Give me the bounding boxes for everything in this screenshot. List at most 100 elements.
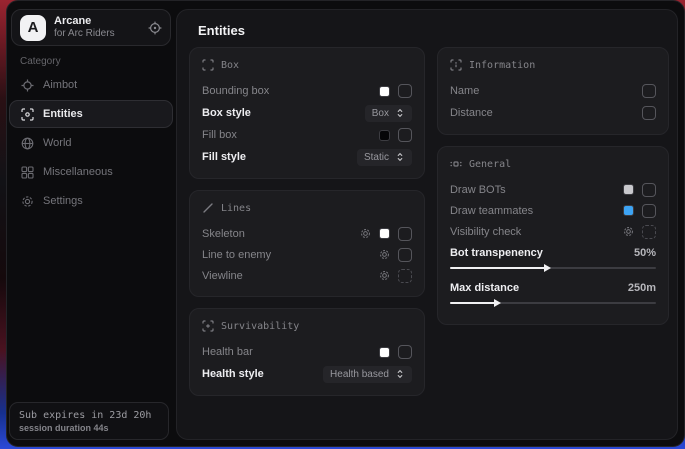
subscription-card: Sub expires in 23d 20h session duration …	[9, 402, 169, 440]
fill-box-row: Fill box	[202, 124, 412, 146]
fill-box-label: Fill box	[202, 129, 379, 141]
max-distance-slider[interactable]	[450, 299, 656, 307]
brand-logo: A	[20, 15, 46, 41]
viewline-checkbox[interactable]	[398, 269, 412, 283]
max-distance-row: Max distance 250m	[450, 279, 656, 297]
distance-label: Distance	[450, 107, 642, 119]
lines-panel-title: Lines	[221, 203, 251, 214]
box-corners-icon	[202, 59, 214, 71]
brand-title: Arcane	[54, 15, 140, 28]
fill-style-label: Fill style	[202, 151, 357, 163]
globe-icon	[21, 137, 34, 150]
health-bar-label: Health bar	[202, 346, 379, 358]
scan-icon	[21, 108, 34, 121]
fill-box-checkbox[interactable]	[398, 128, 412, 142]
health-style-row: Health style Health based	[202, 363, 412, 385]
sidebar-item-label: Miscellaneous	[43, 166, 113, 178]
chevron-up-down-icon	[395, 108, 405, 118]
viewline-label: Viewline	[202, 270, 379, 282]
information-panel-header: Information	[450, 57, 656, 73]
right-column: Information Name Distance	[437, 47, 669, 336]
gear-icon	[21, 195, 34, 208]
skeleton-checkbox[interactable]	[398, 227, 412, 241]
skeleton-color-swatch[interactable]	[379, 228, 390, 239]
box-style-select[interactable]: Box	[365, 105, 412, 122]
name-label: Name	[450, 85, 642, 97]
survivability-panel-title: Survivability	[221, 321, 299, 332]
sidebar-item-aimbot[interactable]: Aimbot	[9, 71, 173, 99]
survivability-panel-header: Survivability	[202, 318, 412, 334]
max-distance-group: Max distance 250m	[450, 279, 656, 307]
visibility-check-label: Visibility check	[450, 226, 623, 238]
health-bar-row: Health bar	[202, 341, 412, 363]
health-corners-icon	[202, 320, 214, 332]
category-label: Category	[20, 56, 61, 67]
fill-box-color-swatch[interactable]	[379, 130, 390, 141]
app-window: A Arcane for Arc Riders Category Aimbot	[6, 0, 685, 447]
health-style-label: Health style	[202, 368, 323, 380]
sidebar-item-world[interactable]: World	[9, 129, 173, 157]
page-title: Entities	[198, 23, 245, 38]
sub-expiry-text: Sub expires in 23d 20h	[19, 410, 159, 421]
visibility-check-checkbox[interactable]	[642, 225, 656, 239]
sidebar-item-settings[interactable]: Settings	[9, 187, 173, 215]
brand-subtitle: for Arc Riders	[54, 28, 140, 40]
left-column: Box Bounding box Box style Box	[189, 47, 425, 407]
general-panel-header: General	[450, 156, 656, 172]
line-to-enemy-checkbox[interactable]	[398, 248, 412, 262]
main-content: Entities Box Bounding box	[176, 9, 678, 440]
bounding-box-checkbox[interactable]	[398, 84, 412, 98]
name-checkbox[interactable]	[642, 84, 656, 98]
viewline-settings-gear-icon[interactable]	[379, 270, 390, 281]
bounding-box-color-swatch[interactable]	[379, 86, 390, 97]
skeleton-label: Skeleton	[202, 228, 360, 240]
health-style-select[interactable]: Health based	[323, 366, 412, 383]
draw-teammates-color-swatch[interactable]	[623, 205, 634, 216]
bot-transparency-label: Bot transpenency	[450, 247, 634, 259]
brand-card: A Arcane for Arc Riders	[11, 9, 171, 46]
grid-icon	[21, 166, 34, 179]
slider-fill	[450, 267, 545, 269]
health-style-value: Health based	[330, 369, 389, 380]
info-corners-icon	[450, 59, 462, 71]
visibility-check-settings-gear-icon[interactable]	[623, 226, 634, 237]
session-duration-text: session duration 44s	[19, 423, 159, 433]
bounding-box-label: Bounding box	[202, 85, 379, 97]
skeleton-settings-gear-icon[interactable]	[360, 228, 371, 239]
crosshair-icon	[21, 79, 34, 92]
slider-thumb[interactable]	[544, 264, 551, 272]
health-bar-color-swatch[interactable]	[379, 347, 390, 358]
bot-transparency-row: Bot transpenency 50%	[450, 244, 656, 262]
target-icon[interactable]	[148, 21, 162, 35]
name-row: Name	[450, 80, 656, 102]
line-to-enemy-settings-gear-icon[interactable]	[379, 249, 390, 260]
box-style-value: Box	[372, 108, 389, 119]
draw-teammates-row: Draw teammates	[450, 200, 656, 221]
sidebar-item-miscellaneous[interactable]: Miscellaneous	[9, 158, 173, 186]
distance-row: Distance	[450, 102, 656, 124]
draw-bots-color-swatch[interactable]	[623, 184, 634, 195]
draw-bots-checkbox[interactable]	[642, 183, 656, 197]
box-style-row: Box style Box	[202, 102, 412, 124]
bot-transparency-slider[interactable]	[450, 264, 656, 272]
bounding-box-row: Bounding box	[202, 80, 412, 102]
line-to-enemy-label: Line to enemy	[202, 249, 379, 261]
brand-text: Arcane for Arc Riders	[54, 15, 140, 39]
information-panel-title: Information	[469, 60, 535, 71]
draw-teammates-checkbox[interactable]	[642, 204, 656, 218]
draw-bots-label: Draw BOTs	[450, 184, 623, 196]
sidebar-nav: Aimbot Entities World Miscellaneous	[9, 71, 173, 216]
visibility-check-row: Visibility check	[450, 221, 656, 242]
fill-style-row: Fill style Static	[202, 146, 412, 168]
health-bar-checkbox[interactable]	[398, 345, 412, 359]
sidebar-item-entities[interactable]: Entities	[9, 100, 173, 128]
max-distance-label: Max distance	[450, 282, 628, 294]
fill-style-select[interactable]: Static	[357, 149, 412, 166]
distance-checkbox[interactable]	[642, 106, 656, 120]
slider-thumb[interactable]	[494, 299, 501, 307]
chevron-up-down-icon	[395, 369, 405, 379]
sidebar-item-label: World	[43, 137, 72, 149]
fill-style-value: Static	[364, 152, 389, 163]
box-style-label: Box style	[202, 107, 365, 119]
panel-columns: Box Bounding box Box style Box	[189, 47, 669, 407]
